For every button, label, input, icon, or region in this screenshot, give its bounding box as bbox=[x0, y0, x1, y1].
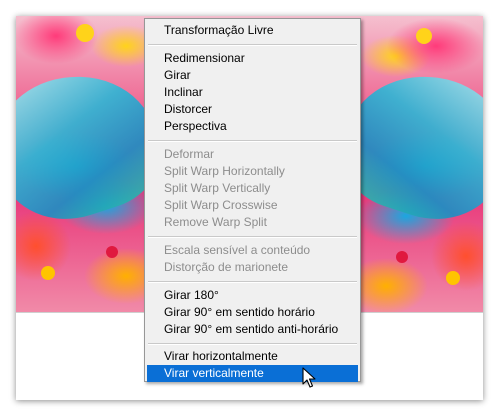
menu-separator bbox=[148, 140, 357, 142]
menu-item-split-warp-crosswise: Split Warp Crosswise bbox=[164, 198, 278, 212]
menu-item-perspective[interactable]: Perspectiva bbox=[147, 118, 358, 135]
menu-item-scale[interactable]: Redimensionar bbox=[147, 50, 358, 67]
menu-separator bbox=[148, 44, 357, 46]
artwork-paint-spot bbox=[106, 246, 118, 258]
artwork-paint-spot bbox=[76, 24, 94, 42]
menu-item-remove-warp-split: Remove Warp Split bbox=[164, 215, 267, 229]
artwork-paint-spot bbox=[416, 28, 432, 44]
menu-separator bbox=[148, 343, 357, 345]
menu-item-flip-vertical[interactable]: Virar verticalmente bbox=[147, 365, 358, 382]
menu-item-rotate-90-cw[interactable]: Girar 90° em sentido horário bbox=[147, 304, 358, 321]
menu-item-rotate[interactable]: Girar bbox=[147, 67, 358, 84]
artwork-paint-spot bbox=[396, 251, 408, 263]
menu-separator bbox=[148, 236, 357, 238]
menu-item-flip-horizontal[interactable]: Virar horizontalmente bbox=[147, 348, 358, 365]
menu-item-split-warp-vertically: Split Warp Vertically bbox=[164, 181, 271, 195]
menu-item-warp: Deformar bbox=[164, 147, 215, 161]
menu-item-puppet-warp: Distorção de marionete bbox=[164, 260, 289, 274]
artwork-paint-spot bbox=[41, 266, 55, 280]
arrow-cursor-icon bbox=[302, 367, 316, 388]
menu-separator bbox=[148, 281, 357, 283]
menu-item-content-aware-scale: Escala sensível a conteúdo bbox=[164, 243, 311, 257]
menu-item-split-warp-horizontally: Split Warp Horizontally bbox=[164, 164, 285, 178]
menu-item-rotate-180[interactable]: Girar 180° bbox=[147, 287, 358, 304]
menu-item-rotate-90-ccw[interactable]: Girar 90° em sentido anti-horário bbox=[147, 321, 358, 338]
transform-context-menu: Transformação Livre Redimensionar Girar … bbox=[144, 18, 361, 382]
menu-item-free-transform[interactable]: Transformação Livre bbox=[147, 22, 358, 39]
menu-item-distort[interactable]: Distorcer bbox=[147, 101, 358, 118]
menu-item-skew[interactable]: Inclinar bbox=[147, 84, 358, 101]
artwork-paint-spot bbox=[446, 271, 460, 285]
